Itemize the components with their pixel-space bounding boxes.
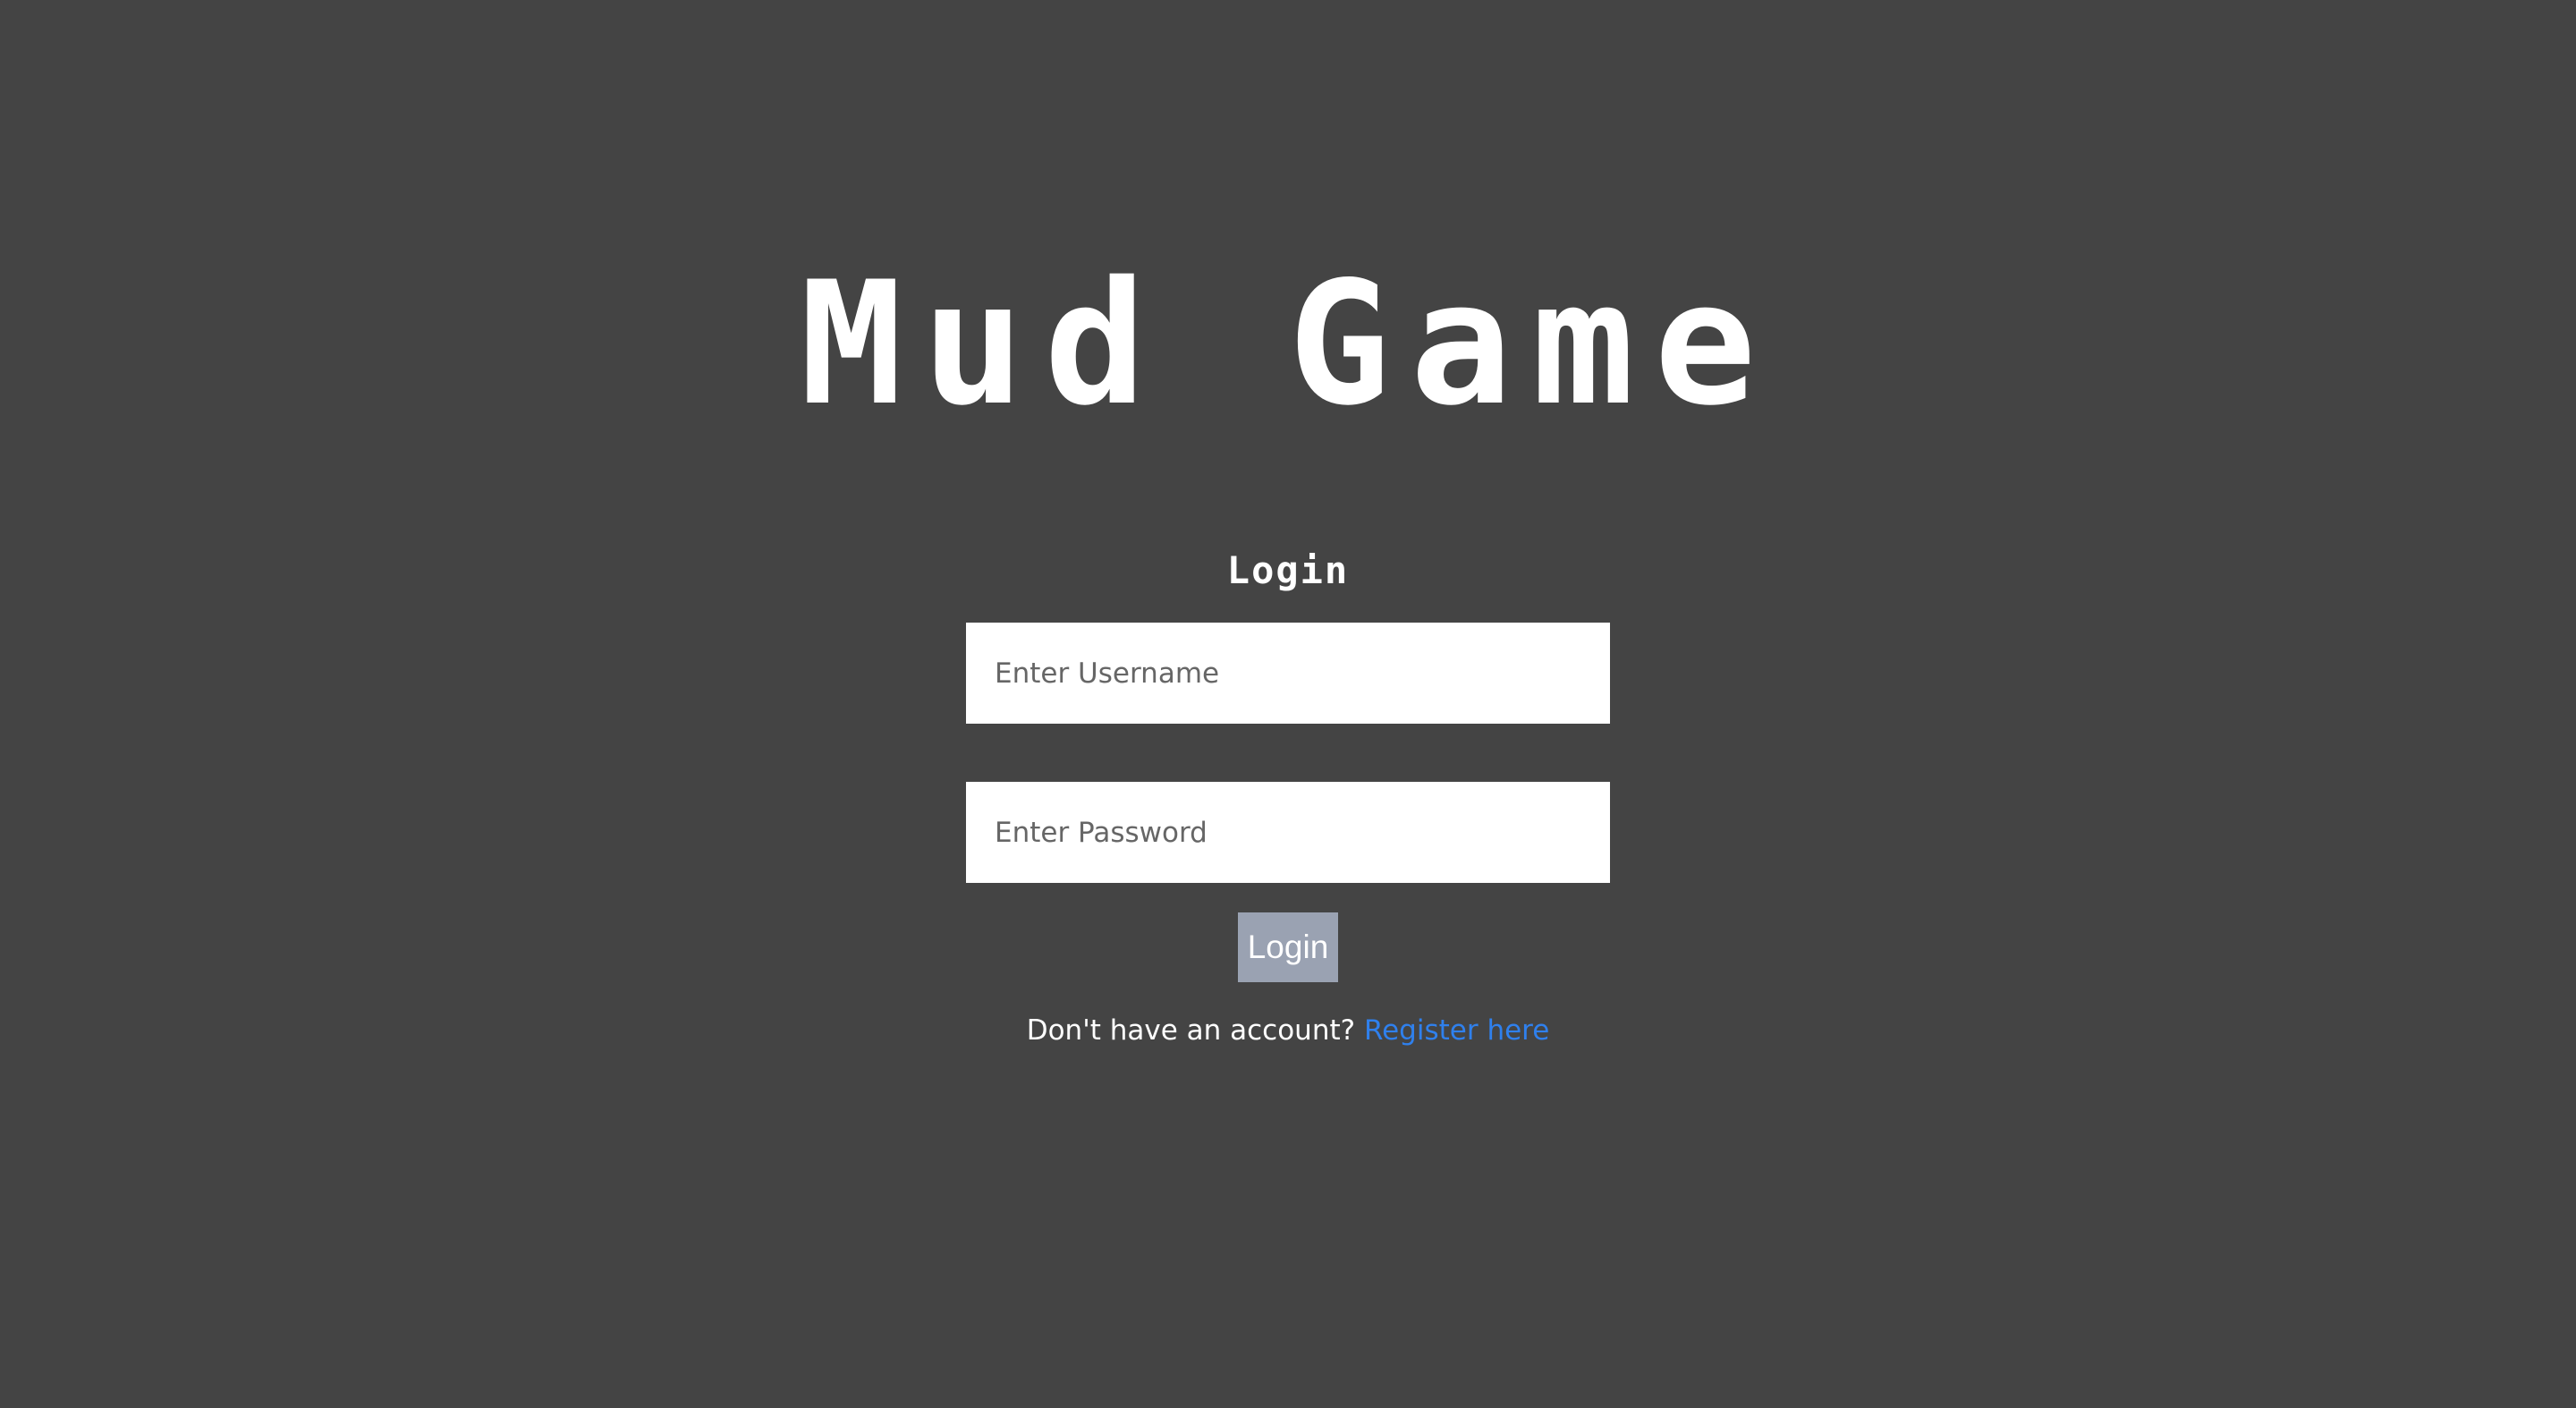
password-input[interactable]	[966, 782, 1610, 883]
username-input[interactable]	[966, 623, 1610, 724]
login-heading: Login	[1226, 548, 1350, 592]
login-button[interactable]: Login	[1238, 912, 1338, 982]
game-title: Mud Game	[800, 245, 1776, 443]
register-link[interactable]: Register here	[1364, 1014, 1549, 1047]
register-prompt-line: Don't have an account? Register here	[0, 1009, 2576, 1052]
register-prompt-text: Don't have an account?	[1026, 1014, 1356, 1047]
